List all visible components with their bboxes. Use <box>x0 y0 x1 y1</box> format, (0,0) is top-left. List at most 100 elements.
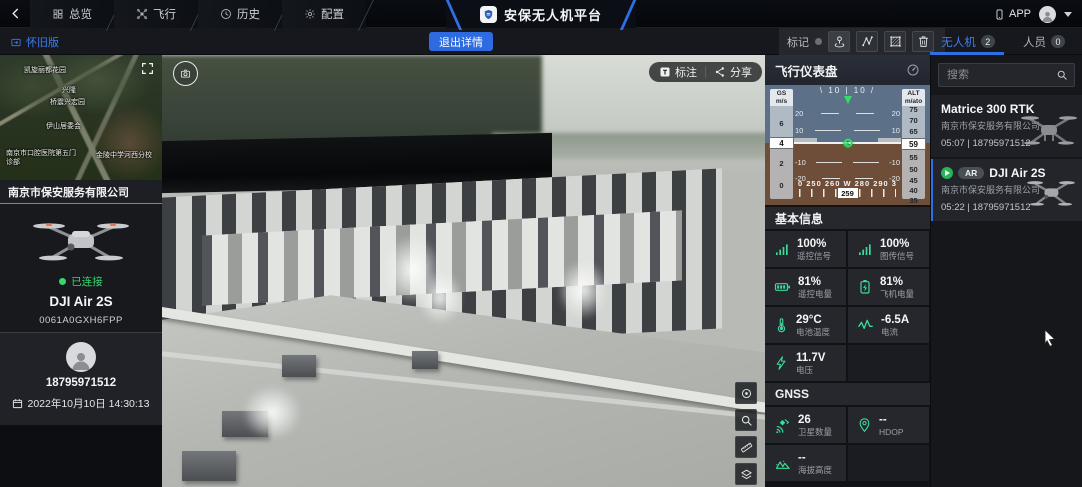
measure-button[interactable] <box>735 436 757 458</box>
drone-icon <box>136 8 148 20</box>
status-dot-icon <box>59 278 66 285</box>
instrument-title: 飞行仪表盘 <box>775 61 838 80</box>
personnel-count-badge: 0 <box>1051 35 1065 48</box>
share-label: 分享 <box>730 64 752 80</box>
hdop-cell: --HDOP <box>848 407 929 443</box>
back-button[interactable] <box>0 8 30 19</box>
secondary-toolbar: 怀旧版 退出详情 标记 无人机 2 人员 0 <box>0 28 1082 55</box>
drone-thumbnail <box>1022 175 1080 211</box>
satellite-icon <box>774 417 791 434</box>
zoom-search-button[interactable] <box>735 409 757 431</box>
legacy-version-link[interactable]: 怀旧版 <box>10 34 59 50</box>
flight-datetime: 2022年10月10日 14:30:13 <box>12 396 149 411</box>
mark-polygon-button[interactable] <box>884 31 906 52</box>
gs-tick: 6 <box>770 119 793 128</box>
fleet-item-matrice[interactable]: Matrice 300 RTK 南京市保安服务有限公司 05:07 | 1879… <box>931 95 1082 157</box>
gauge-icon[interactable] <box>906 63 920 77</box>
camera-icon <box>180 67 191 80</box>
tab-personnel[interactable]: 人员 0 <box>1006 28 1082 55</box>
attitude-indicator: \ 10 | 10 / 2020 1010 -10-10 -20-20 0 25… <box>765 85 930 205</box>
gs-tick: 0 <box>770 181 793 190</box>
map-label: 凯旋丽都花园 <box>24 65 66 75</box>
tab-drones[interactable]: 无人机 2 <box>930 28 1006 55</box>
altitude-tape: ALTm/ato 75 70 65 59 55 50 45 40 35 <box>902 89 925 199</box>
drone-info-card: 已连接 DJI Air 2S 0061A0GXH6FPP <box>0 204 162 333</box>
video-feed[interactable]: 标注 分享 <box>162 55 765 487</box>
current-wave-icon <box>857 317 874 333</box>
mark-point-button[interactable] <box>828 31 850 52</box>
compass-strip: 0 250 260 W 280 290 3 <box>795 179 900 188</box>
altitude-cell: --海拔高度 <box>765 445 846 481</box>
header-right: APP <box>994 0 1072 28</box>
calendar-icon <box>12 398 23 409</box>
target-icon <box>740 387 753 400</box>
gnss-header: GNSS <box>765 381 930 405</box>
layers-button[interactable] <box>735 463 757 485</box>
ar-badge: AR <box>958 167 984 179</box>
user-avatar[interactable] <box>1039 6 1056 23</box>
mark-polyline-button[interactable] <box>856 31 878 52</box>
page-title: 安保无人机平台 <box>504 5 602 24</box>
locate-target-button[interactable] <box>735 382 757 404</box>
mark-label: 标记 <box>787 34 809 50</box>
person-icon <box>1040 9 1055 23</box>
annotate-button[interactable]: 标注 <box>659 64 697 80</box>
alt-tick: 45 <box>902 176 925 185</box>
aircraft-battery-icon <box>857 279 873 295</box>
fleet-tabs: 无人机 2 人员 0 <box>930 28 1082 55</box>
mark-tools: 标记 <box>779 28 945 55</box>
signal-bars-icon <box>857 241 873 257</box>
nav-tab-overview[interactable]: 总览 <box>30 0 114 28</box>
app-download-button[interactable]: APP <box>994 8 1031 21</box>
polygon-icon <box>889 35 902 48</box>
alt-tick: 40 <box>902 186 925 195</box>
tab-drones-label: 无人机 <box>941 34 976 50</box>
search-icon[interactable] <box>1056 69 1068 81</box>
app: 总览 飞行 历史 配置 安保无人机平台 APP <box>0 0 1082 487</box>
empty-cell <box>848 445 929 481</box>
nav-tab-label: 配置 <box>321 6 344 22</box>
nav-tab-history[interactable]: 历史 <box>198 0 282 28</box>
basic-info-grid: 100%遥控信号 100%图传信号 81%遥控电量 81%飞机电量 29°C电池… <box>765 229 930 381</box>
map-label: 兴隆 <box>62 85 76 95</box>
magnifier-icon <box>740 414 753 427</box>
share-button[interactable]: 分享 <box>714 64 752 80</box>
mini-map[interactable]: 凯旋丽都花园 兴隆 桥震兴宏园 伊山居委会 南京市口腔医院第五门诊部 金陵中学河… <box>0 55 162 180</box>
mark-toggle[interactable] <box>815 38 822 45</box>
connection-status: 已连接 <box>59 274 103 289</box>
alt-tick: 75 <box>902 105 925 114</box>
gs-tick: 2 <box>770 159 793 168</box>
sidebar-spacer <box>0 425 162 487</box>
platform-title: 安保无人机平台 <box>446 0 636 28</box>
nav-tab-config[interactable]: 配置 <box>282 0 366 28</box>
empty-cell <box>848 345 929 381</box>
search-input[interactable] <box>939 69 1074 81</box>
fleet-panel: Matrice 300 RTK 南京市保安服务有限公司 05:07 | 1879… <box>930 55 1082 487</box>
steam-plume <box>242 385 302 440</box>
gnss-grid: 26卫星数量 --HDOP --海拔高度 <box>765 405 930 481</box>
rc-battery-cell: 81%遥控电量 <box>765 269 846 305</box>
exit-detail-button[interactable]: 退出详情 <box>429 32 493 51</box>
nav-tab-flight[interactable]: 飞行 <box>114 0 198 28</box>
top-header: 总览 飞行 历史 配置 安保无人机平台 APP <box>0 0 1082 28</box>
video-side-tools <box>735 382 757 485</box>
user-menu-caret-icon[interactable] <box>1064 12 1072 17</box>
instrument-panel: 飞行仪表盘 \ 10 | 10 / 2020 1010 -10-10 -20-2… <box>765 55 930 487</box>
roof-vent <box>182 451 236 481</box>
aircraft-battery-cell: 81%飞机电量 <box>848 269 929 305</box>
current-cell: -6.5A电流 <box>848 307 929 343</box>
roof-vent <box>282 355 316 377</box>
drone-thumbnail <box>1018 111 1080 149</box>
drones-count-badge: 2 <box>981 35 995 48</box>
snapshot-button[interactable] <box>173 61 198 86</box>
map-expand-button[interactable] <box>141 62 154 75</box>
steam-plume <box>557 260 609 320</box>
drone-name: DJI Air 2S <box>49 294 112 309</box>
map-label: 桥震兴宏园 <box>50 97 85 107</box>
alt-tick: 35 <box>902 196 925 205</box>
nav-tab-label: 飞行 <box>153 6 176 22</box>
tab-personnel-label: 人员 <box>1023 34 1046 50</box>
drone-image <box>22 214 140 268</box>
map-pin-icon <box>833 35 846 48</box>
fleet-item-air2s[interactable]: AR DJI Air 2S 南京市保安服务有限公司 05:22 | 187959… <box>931 159 1082 221</box>
